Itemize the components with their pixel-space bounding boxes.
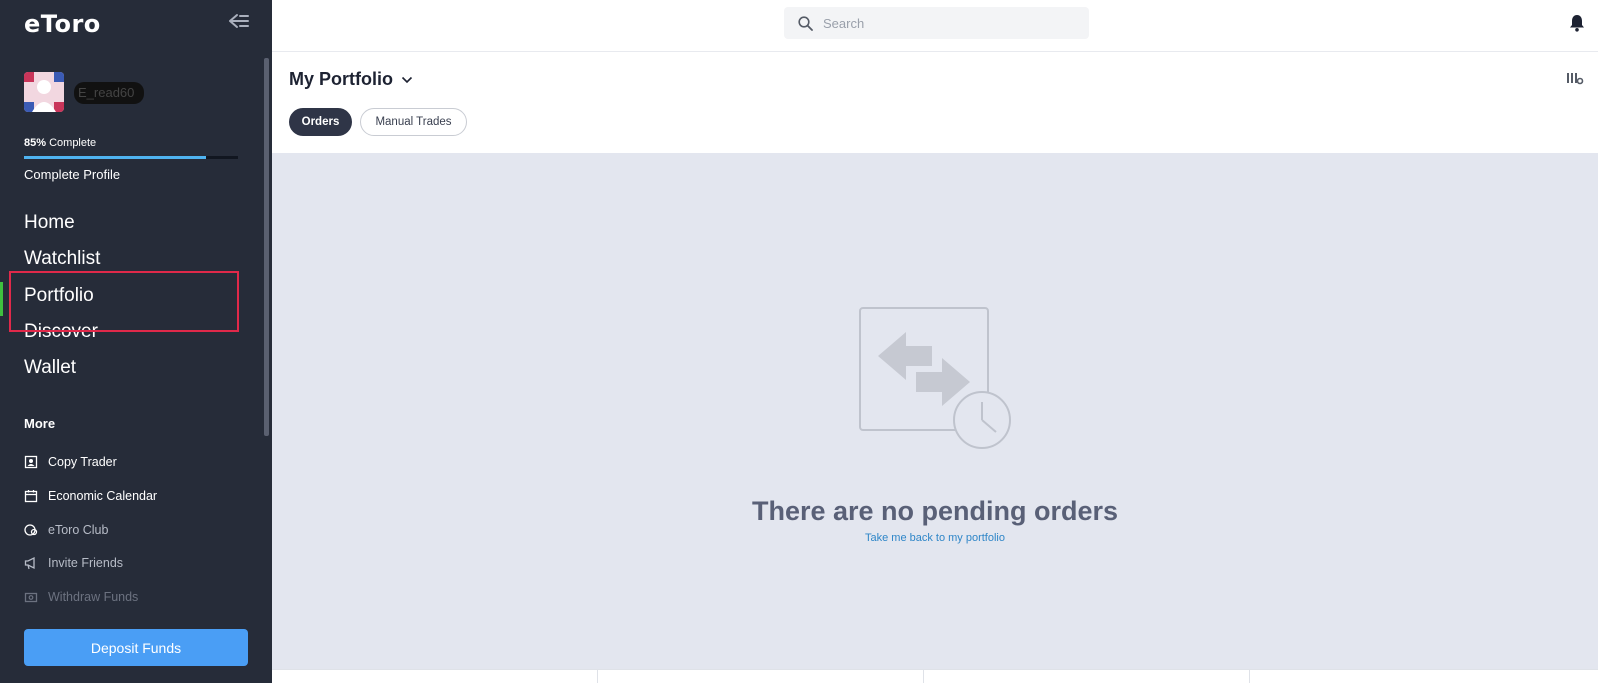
more-item-etoro-club[interactable]: eToro Club <box>24 520 108 540</box>
notifications-bell-icon[interactable] <box>1569 14 1585 32</box>
copy-trader-icon <box>24 455 38 469</box>
top-bar <box>272 0 1598 52</box>
more-item-label: Invite Friends <box>48 556 124 570</box>
complete-profile-link[interactable]: Complete Profile <box>24 167 120 182</box>
deposit-funds-button[interactable]: Deposit Funds <box>24 629 248 666</box>
tab-manual-trades[interactable]: Manual Trades <box>360 108 467 136</box>
footer-divider <box>1249 670 1250 683</box>
nav-active-indicator <box>0 282 3 316</box>
nav-item-home[interactable]: Home <box>24 212 75 234</box>
username[interactable]: E_read60 <box>74 82 144 104</box>
orders-content: There are no pending orders Take me back… <box>272 153 1598 669</box>
nav-item-wallet[interactable]: Wallet <box>24 357 76 379</box>
search-box[interactable] <box>784 7 1089 39</box>
profile-progress-label: 85% Complete <box>24 137 96 149</box>
sidebar-scrollbar[interactable] <box>264 58 269 436</box>
calendar-icon <box>24 490 38 503</box>
avatar[interactable] <box>24 72 64 112</box>
footer-divider <box>597 670 598 683</box>
more-item-copy-trader[interactable]: Copy Trader <box>24 452 117 472</box>
progress-suffix: Complete <box>49 137 97 149</box>
more-item-label: Copy Trader <box>48 455 117 469</box>
search-icon <box>798 15 813 31</box>
chevron-down-icon <box>401 76 413 83</box>
sidebar: eToro E_read60 85% Complete Complete Pro… <box>0 0 272 683</box>
view-settings-icon[interactable] <box>1566 70 1584 86</box>
empty-state-title: There are no pending orders <box>751 496 1119 526</box>
more-item-label: Withdraw Funds <box>48 590 139 604</box>
withdraw-icon <box>24 592 38 603</box>
tab-orders[interactable]: Orders <box>289 108 352 136</box>
more-item-economic-calendar[interactable]: Economic Calendar <box>24 486 157 506</box>
pending-orders-illustration-icon <box>859 307 1011 449</box>
etoro-logo[interactable]: eToro <box>24 10 101 38</box>
profile-progress-bar <box>24 156 238 159</box>
portfolio-highlight-box <box>9 271 239 332</box>
more-section-label: More <box>24 416 56 431</box>
more-item-label: eToro Club <box>48 523 109 537</box>
megaphone-icon <box>24 556 35 570</box>
more-item-withdraw-funds[interactable]: Withdraw Funds <box>24 587 138 607</box>
footer-divider <box>923 670 924 683</box>
more-item-invite-friends[interactable]: Invite Friends <box>24 553 123 573</box>
club-icon <box>24 524 38 536</box>
progress-percent-text: 85% <box>24 137 47 149</box>
search-input[interactable] <box>823 15 1073 31</box>
nav-item-watchlist[interactable]: Watchlist <box>24 248 100 270</box>
more-item-label: Economic Calendar <box>48 489 158 503</box>
portfolio-title-dropdown[interactable]: My Portfolio <box>289 69 413 90</box>
profile-progress-fill <box>24 156 206 159</box>
portfolio-header: My Portfolio Orders Manual Trades <box>272 52 1598 153</box>
back-to-portfolio-link[interactable]: Take me back to my portfolio <box>272 532 1598 544</box>
page-title: My Portfolio <box>289 69 393 89</box>
collapse-sidebar-icon[interactable] <box>228 12 250 30</box>
app-root: eToro E_read60 85% Complete Complete Pro… <box>0 0 1598 683</box>
footer-strip <box>272 669 1598 683</box>
